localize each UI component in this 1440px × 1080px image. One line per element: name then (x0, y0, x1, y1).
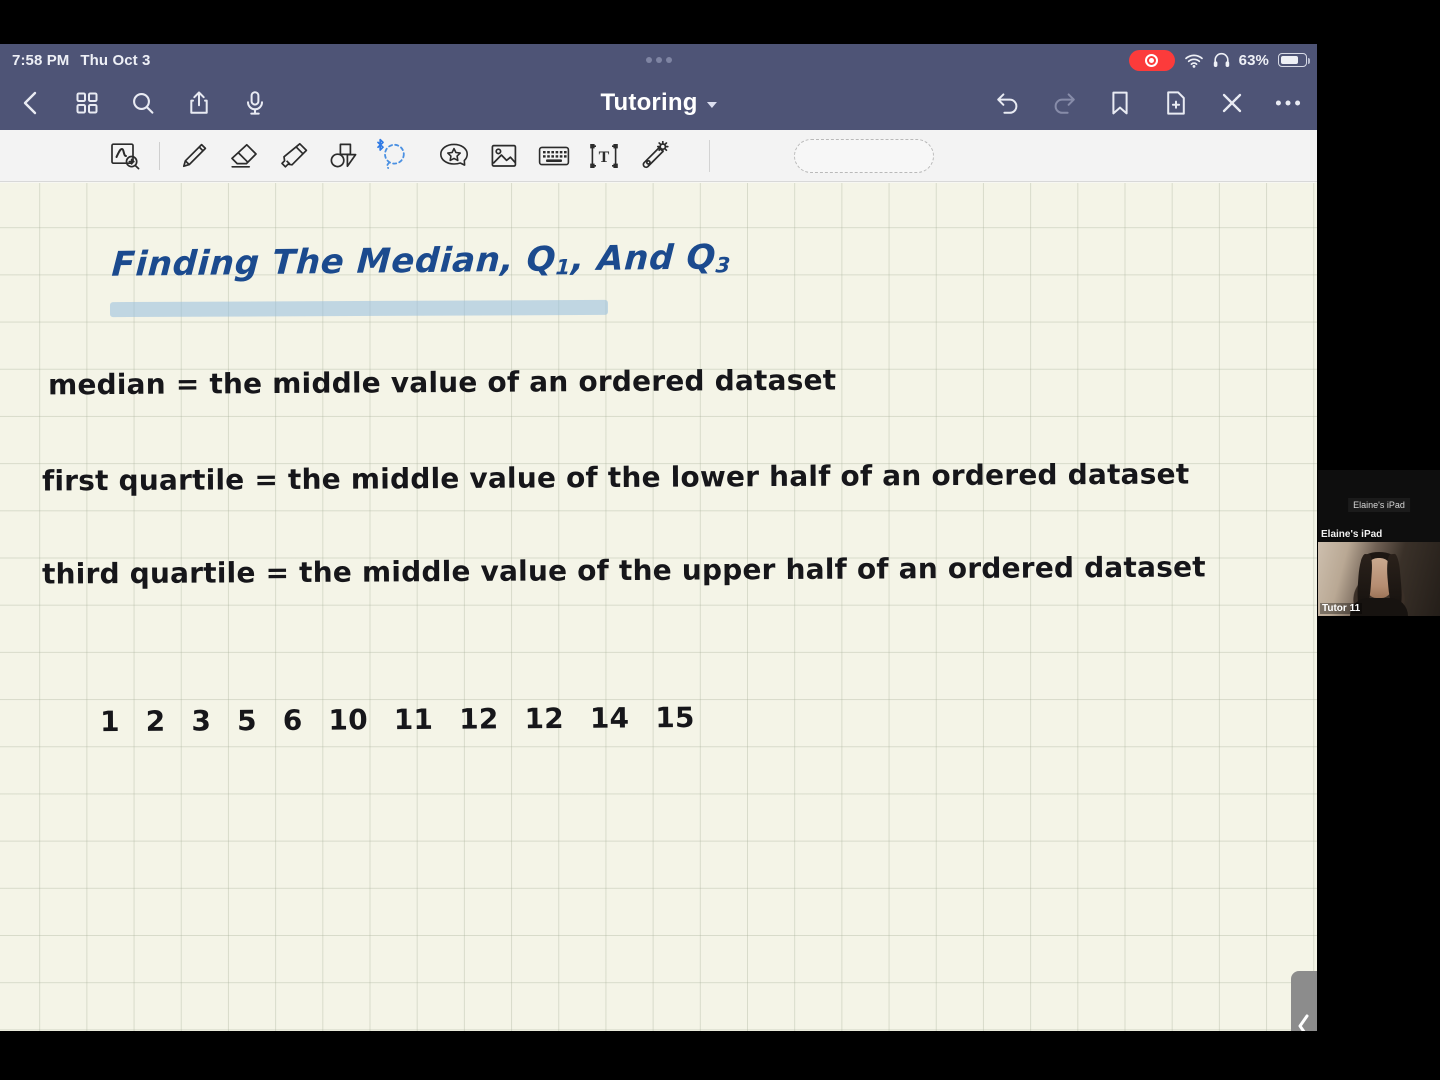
navigation-bar: Tutoring (0, 76, 1317, 130)
screen-share-tile[interactable]: Elaine's iPad Elaine's iPad (1318, 470, 1440, 542)
bookmark-icon[interactable] (1105, 88, 1135, 118)
tool-bar: T (0, 130, 1317, 182)
search-icon[interactable] (128, 88, 158, 118)
screen-share-chip-label: Elaine's iPad (1348, 498, 1410, 512)
handwritten-dataset-row: 1 2 3 5 6 10 11 12 12 14 15 (100, 701, 721, 738)
redo-icon[interactable] (1049, 88, 1079, 118)
close-icon[interactable] (1217, 88, 1247, 118)
handwritten-title-sub2: 3 (714, 253, 732, 278)
handwritten-title-part1: Finding The Median, Q (110, 239, 558, 285)
video-conference-rail: Elaine's iPad Elaine's iPad Tutor 11 (1318, 470, 1440, 616)
webcam-tile[interactable]: Tutor 11 (1318, 542, 1440, 616)
notability-app-window: 7:58 PM Thu Oct 3 63% Tutoring T Finding… (0, 44, 1317, 1031)
image-icon[interactable] (479, 134, 529, 178)
microphone-icon[interactable] (240, 88, 270, 118)
bluetooth-icon (375, 138, 386, 155)
note-canvas[interactable]: Finding The Median, Q1, And Q3 median = … (0, 183, 1317, 1031)
grid-icon[interactable] (72, 88, 102, 118)
keyboard-icon[interactable] (529, 134, 579, 178)
dataset-value: 12 (459, 702, 499, 736)
chevron-down-icon (706, 102, 717, 108)
shapes-icon[interactable] (319, 134, 369, 178)
zoom-write-icon[interactable] (100, 134, 150, 178)
tool-group-secondary: T (429, 134, 679, 178)
handwritten-title: Finding The Median, Q1, And Q3 (110, 237, 733, 285)
dataset-value: 12 (524, 701, 565, 736)
handwritten-line-third-quartile: third quartile = the middle value of the… (41, 550, 1206, 591)
status-bar-left: 7:58 PM Thu Oct 3 (0, 52, 150, 69)
text-box-icon[interactable]: T (579, 134, 629, 178)
document-title-menu[interactable]: Tutoring (600, 89, 717, 117)
handwritten-title-part2: , And Q (570, 237, 718, 280)
dataset-value: 6 (282, 703, 303, 737)
status-bar-right: 63% (1128, 44, 1311, 76)
status-bar: 7:58 PM Thu Oct 3 63% (0, 44, 1317, 76)
dataset-value: 2 (145, 704, 166, 738)
navigation-bar-left (0, 88, 270, 118)
undo-icon[interactable] (993, 88, 1023, 118)
panel-expander-button[interactable] (1291, 971, 1317, 1031)
screen-share-participant-label: Elaine's iPad (1321, 529, 1383, 540)
more-icon[interactable] (1273, 88, 1303, 118)
headphones-icon (1213, 52, 1230, 68)
laser-pointer-icon[interactable] (629, 134, 679, 178)
handwritten-line-first-quartile: first quartile = the middle value of the… (41, 457, 1190, 498)
svg-text:T: T (599, 149, 610, 166)
dataset-value: 5 (236, 704, 257, 738)
tool-divider (159, 141, 160, 170)
tool-divider-trailing (709, 139, 710, 172)
pen-icon[interactable] (169, 134, 219, 178)
screen-root: 7:58 PM Thu Oct 3 63% Tutoring T Finding… (0, 0, 1440, 1080)
chevron-left-icon (1297, 1014, 1311, 1031)
back-icon[interactable] (16, 88, 46, 118)
dataset-value: 3 (191, 704, 212, 738)
lasso-icon[interactable] (369, 134, 419, 178)
handwritten-line-median: median = the middle value of an ordered … (47, 363, 837, 402)
sticker-drop-zone[interactable] (794, 138, 934, 173)
title-highlight-stroke (109, 299, 609, 318)
battery-icon (1278, 53, 1311, 67)
wifi-icon (1184, 53, 1204, 68)
dataset-value: 14 (589, 701, 630, 735)
dynamic-island-dots (645, 57, 672, 63)
recording-indicator[interactable] (1128, 49, 1175, 71)
eraser-icon[interactable] (219, 134, 269, 178)
status-time: 7:58 PM (12, 51, 70, 69)
status-date: Thu Oct 3 (80, 51, 151, 69)
dataset-value: 15 (655, 701, 695, 735)
page-title: Tutoring (600, 89, 698, 116)
share-icon[interactable] (184, 88, 214, 118)
dataset-value: 1 (99, 705, 120, 739)
sticker-icon[interactable] (429, 134, 479, 178)
highlighter-icon[interactable] (269, 134, 319, 178)
webcam-participant-label: Tutor 11 (1320, 603, 1363, 614)
tool-group-primary (100, 134, 419, 178)
navigation-bar-right (993, 88, 1303, 118)
new-page-icon[interactable] (1161, 88, 1191, 118)
battery-percent: 63% (1238, 51, 1269, 69)
dataset-value: 11 (393, 702, 434, 737)
dataset-value: 10 (328, 703, 368, 737)
